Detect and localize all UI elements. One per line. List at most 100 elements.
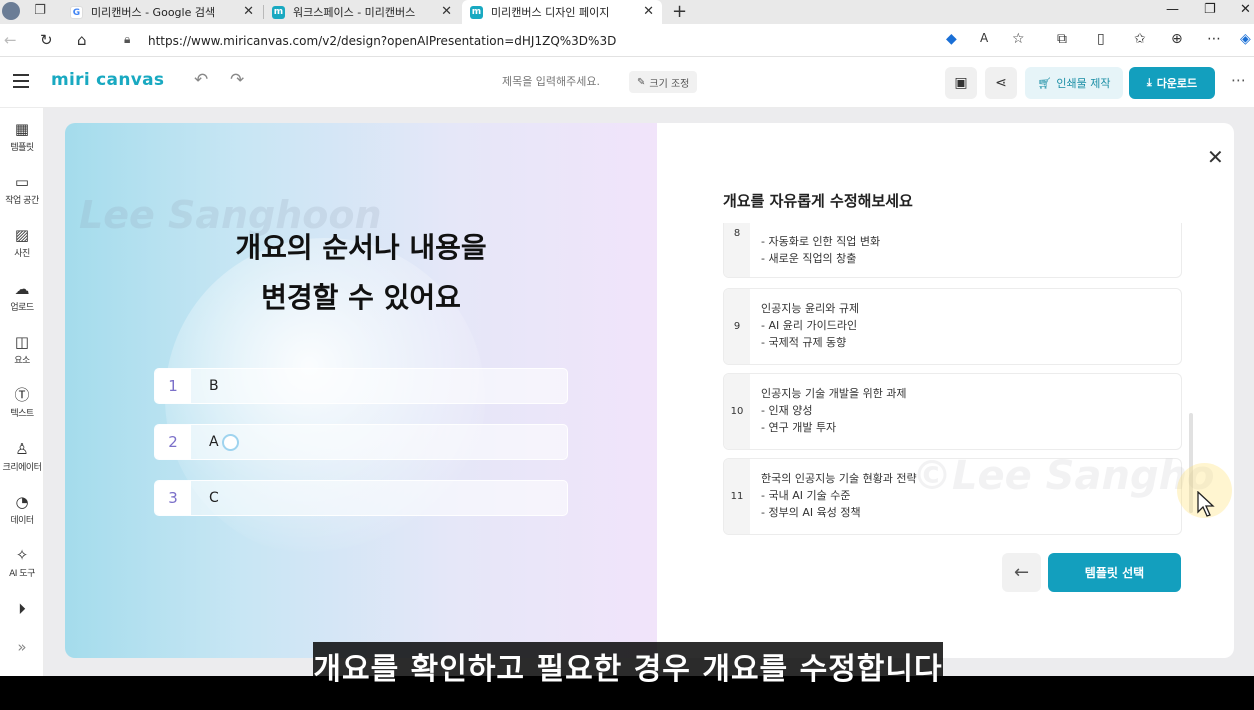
undo-icon[interactable]: ↶: [194, 70, 208, 90]
download-button[interactable]: ⤓ 다운로드: [1129, 67, 1215, 99]
video-caption: 개요를 확인하고 필요한 경우 개요를 수정합니다: [313, 642, 943, 690]
outline-item-number: 9: [724, 289, 750, 364]
miricanvas-icon: m: [272, 5, 285, 19]
sidebar-item-creator[interactable]: ♙ 크리에이터: [0, 440, 44, 473]
outline-item-number: 8: [724, 223, 750, 277]
outline-item[interactable]: 8 - 자동화로 인한 직업 변화 - 새로운 직업의 창출: [723, 223, 1182, 278]
left-sidebar: ▦ 템플릿 ▭ 작업 공간 ▨ 사진 ☁ 업로드 ◫ 요소 Ⓣ 텍스트 ♙ 크리…: [0, 108, 44, 676]
profile-avatar[interactable]: [2, 2, 20, 20]
save-button[interactable]: ▣: [945, 67, 977, 99]
upload-icon: ☁: [14, 280, 30, 298]
outline-item[interactable]: 9 인공지능 윤리와 규제 - AI 윤리 가이드라인 - 국제적 규제 동향: [723, 288, 1182, 365]
outline-row[interactable]: 3 C: [154, 480, 568, 516]
read-aloud-icon[interactable]: A: [980, 31, 988, 45]
minimize-icon[interactable]: —: [1166, 2, 1179, 17]
outline-row-value: B: [209, 378, 219, 394]
sidebar-item-text[interactable]: Ⓣ 텍스트: [0, 386, 44, 419]
workspaces-icon[interactable]: ❐: [32, 3, 48, 19]
tab-label: 미리캔버스 디자인 페이지: [491, 6, 610, 19]
text-cursor-indicator: [222, 434, 239, 451]
app-header: miri canvas ↶ ↷ 제목을 입력해주세요. ✎ 크기 조정 ▣ ⋖ …: [0, 57, 1254, 108]
download-icon: ⤓: [1146, 76, 1152, 89]
close-tab-icon[interactable]: ✕: [243, 4, 254, 19]
browser-tab-design[interactable]: m 미리캔버스 디자인 페이지 ✕: [462, 0, 662, 24]
workspace-icon: ▭: [14, 173, 30, 191]
sidebar-item-label: 사진: [14, 249, 30, 259]
browser-tab-google[interactable]: G 미리캔버스 - Google 검색 ✕: [62, 0, 262, 24]
menu-icon[interactable]: [13, 74, 29, 88]
back-button[interactable]: ←: [1002, 553, 1041, 592]
tag-icon[interactable]: ◆: [946, 31, 957, 47]
print-product-button[interactable]: 🛒︎ 인쇄물 제작: [1025, 67, 1123, 99]
browser-tab-workspace[interactable]: m 워크스페이스 - 미리캔버스 ✕: [264, 0, 460, 24]
outline-item-text[interactable]: 인공지능 기술 개발을 위한 과제 - 인재 양성 - 연구 개발 투자: [761, 385, 907, 436]
sidebar-item-label: 템플릿: [10, 143, 34, 153]
save-icon: ▣: [954, 75, 968, 91]
favorite-star-icon[interactable]: ☆: [1012, 31, 1025, 47]
close-window-icon[interactable]: ✕: [1240, 2, 1251, 17]
url-text: https://www.miricanvas.com/v2/design?ope…: [148, 33, 617, 48]
lock-icon: 🔒︎: [124, 32, 131, 46]
tab-label: 워크스페이스 - 미리캔버스: [293, 6, 416, 19]
split-screen-icon[interactable]: ▯: [1097, 31, 1105, 47]
outline-row[interactable]: 1 B: [154, 368, 568, 404]
back-icon[interactable]: ←: [4, 31, 17, 49]
photo-icon: ▨: [14, 226, 30, 244]
refresh-icon[interactable]: ↻: [40, 31, 53, 49]
favorites-icon[interactable]: ✩: [1134, 31, 1146, 47]
resize-button[interactable]: ✎ 크기 조정: [629, 71, 698, 93]
copilot-icon[interactable]: ◈: [1240, 31, 1251, 47]
outline-item-text[interactable]: - 자동화로 인한 직업 변화 - 새로운 직업의 창출: [761, 233, 880, 267]
outline-row-value: C: [209, 490, 219, 506]
close-icon[interactable]: ✕: [1207, 145, 1224, 169]
sidebar-item-data[interactable]: ◔ 데이터: [0, 493, 44, 526]
home-icon[interactable]: ⌂: [77, 31, 87, 49]
extensions-icon[interactable]: ⧉: [1057, 31, 1067, 47]
more-options-icon[interactable]: ⋯: [1231, 71, 1246, 89]
sidebar-item-label: 작업 공간: [5, 196, 39, 206]
url-field[interactable]: 🔒︎ https://www.miricanvas.com/v2/design?…: [114, 27, 1034, 54]
restore-icon[interactable]: ❐: [1204, 2, 1216, 17]
new-tab-button[interactable]: +: [672, 1, 687, 22]
sidebar-item-label: 요소: [14, 356, 30, 366]
outline-item[interactable]: 10 인공지능 기술 개발을 위한 과제 - 인재 양성 - 연구 개발 투자: [723, 373, 1182, 450]
sidebar-item-template[interactable]: ▦ 템플릿: [0, 120, 44, 153]
outline-row[interactable]: 2 A: [154, 424, 568, 460]
mouse-pointer-icon: [1197, 491, 1215, 517]
sidebar-expand[interactable]: »: [0, 638, 44, 656]
sidebar-item-ai-tools[interactable]: ✧ AI 도구: [0, 546, 44, 579]
sidebar-item-upload[interactable]: ☁ 업로드: [0, 280, 44, 313]
sidebar-item-label: 크리에이터: [2, 463, 42, 473]
address-bar-row: ← ↻ ⌂ 🔒︎ https://www.miricanvas.com/v2/d…: [0, 24, 1254, 57]
miricanvas-logo[interactable]: miri canvas: [51, 70, 164, 90]
canvas-area: Lee Sanghoon 개요의 순서나 내용을 변경할 수 있어요 1 B 2…: [44, 108, 1254, 676]
outline-item-text[interactable]: 한국의 인공지능 기술 현황과 전략 - 국내 AI 기술 수준 - 정부의 A…: [761, 470, 917, 521]
design-title-input[interactable]: 제목을 입력해주세요.: [476, 73, 626, 89]
close-tab-icon[interactable]: ✕: [441, 4, 452, 19]
sidebar-item-label: 텍스트: [10, 409, 34, 419]
elements-icon: ◫: [14, 333, 30, 351]
select-template-button[interactable]: 템플릿 선택: [1048, 553, 1181, 592]
more-icon[interactable]: ⋯: [1207, 31, 1221, 47]
close-tab-icon[interactable]: ✕: [643, 4, 654, 19]
creator-icon: ♙: [15, 440, 29, 458]
sidebar-item-workspace[interactable]: ▭ 작업 공간: [0, 173, 44, 206]
redo-icon[interactable]: ↷: [230, 70, 244, 90]
slide-title: 개요의 순서나 내용을 변경할 수 있어요: [65, 223, 657, 323]
expand-chevrons-icon: »: [17, 638, 27, 656]
sidebar-item-photo[interactable]: ▨ 사진: [0, 226, 44, 259]
share-icon: ⋖: [995, 75, 1007, 91]
collections-icon[interactable]: ⊕: [1171, 31, 1183, 47]
sidebar-item-play[interactable]: ⏵: [0, 600, 44, 618]
outline-edit-panel: ✕ 개요를 자유롭게 수정해보세요 8 - 자동화로 인한 직업 변화 - 새로…: [657, 123, 1234, 658]
share-button[interactable]: ⋖: [985, 67, 1017, 99]
slide-title-line: 변경할 수 있어요: [261, 281, 461, 314]
outline-row-number: 1: [155, 369, 191, 403]
browser-tab-bar: ❐ G 미리캔버스 - Google 검색 ✕ m 워크스페이스 - 미리캔버스…: [0, 0, 1254, 24]
sidebar-item-label: 업로드: [10, 303, 34, 313]
arrow-left-icon: ←: [1013, 562, 1030, 583]
outline-item-text[interactable]: 인공지능 윤리와 규제 - AI 윤리 가이드라인 - 국제적 규제 동향: [761, 300, 859, 351]
sidebar-item-elements[interactable]: ◫ 요소: [0, 333, 44, 366]
ai-tools-icon: ✧: [15, 546, 29, 564]
resize-label: 크기 조정: [649, 78, 690, 90]
